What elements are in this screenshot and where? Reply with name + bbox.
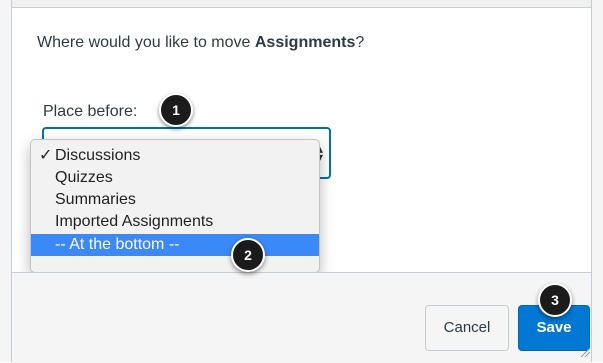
option-label: Summaries bbox=[55, 191, 136, 208]
prompt-suffix: ? bbox=[355, 34, 365, 51]
resize-grip-icon[interactable] bbox=[579, 346, 591, 358]
place-before-dropdown: ✓ Discussions Quizzes Summaries Imported … bbox=[30, 139, 320, 273]
option-label: Quizzes bbox=[55, 169, 113, 186]
place-before-label: Place before: bbox=[43, 103, 138, 120]
option-label: Discussions bbox=[55, 147, 141, 164]
dialog-top-edge bbox=[0, 0, 603, 8]
option-quizzes[interactable]: Quizzes bbox=[31, 167, 319, 189]
dialog-left-edge bbox=[0, 0, 12, 362]
option-label: Imported Assignments bbox=[55, 213, 214, 230]
move-dialog: Where would you like to move Assignments… bbox=[0, 0, 603, 363]
option-discussions[interactable]: ✓ Discussions bbox=[31, 145, 319, 167]
option-label: -- At the bottom -- bbox=[55, 236, 180, 253]
callout-badge-2: 2 bbox=[231, 238, 265, 272]
option-imported-assignments[interactable]: Imported Assignments bbox=[31, 211, 319, 233]
cancel-button[interactable]: Cancel bbox=[425, 305, 509, 351]
callout-badge-3: 3 bbox=[538, 283, 572, 317]
option-summaries[interactable]: Summaries bbox=[31, 189, 319, 211]
option-at-the-bottom[interactable]: -- At the bottom -- bbox=[31, 234, 319, 256]
dialog-right-edge bbox=[591, 0, 603, 362]
callout-badge-1: 1 bbox=[159, 93, 193, 127]
move-prompt: Where would you like to move Assignments… bbox=[37, 34, 364, 52]
prompt-prefix: Where would you like to move bbox=[37, 34, 255, 51]
checkmark-icon: ✓ bbox=[39, 147, 53, 164]
prompt-item-name: Assignments bbox=[254, 34, 356, 51]
